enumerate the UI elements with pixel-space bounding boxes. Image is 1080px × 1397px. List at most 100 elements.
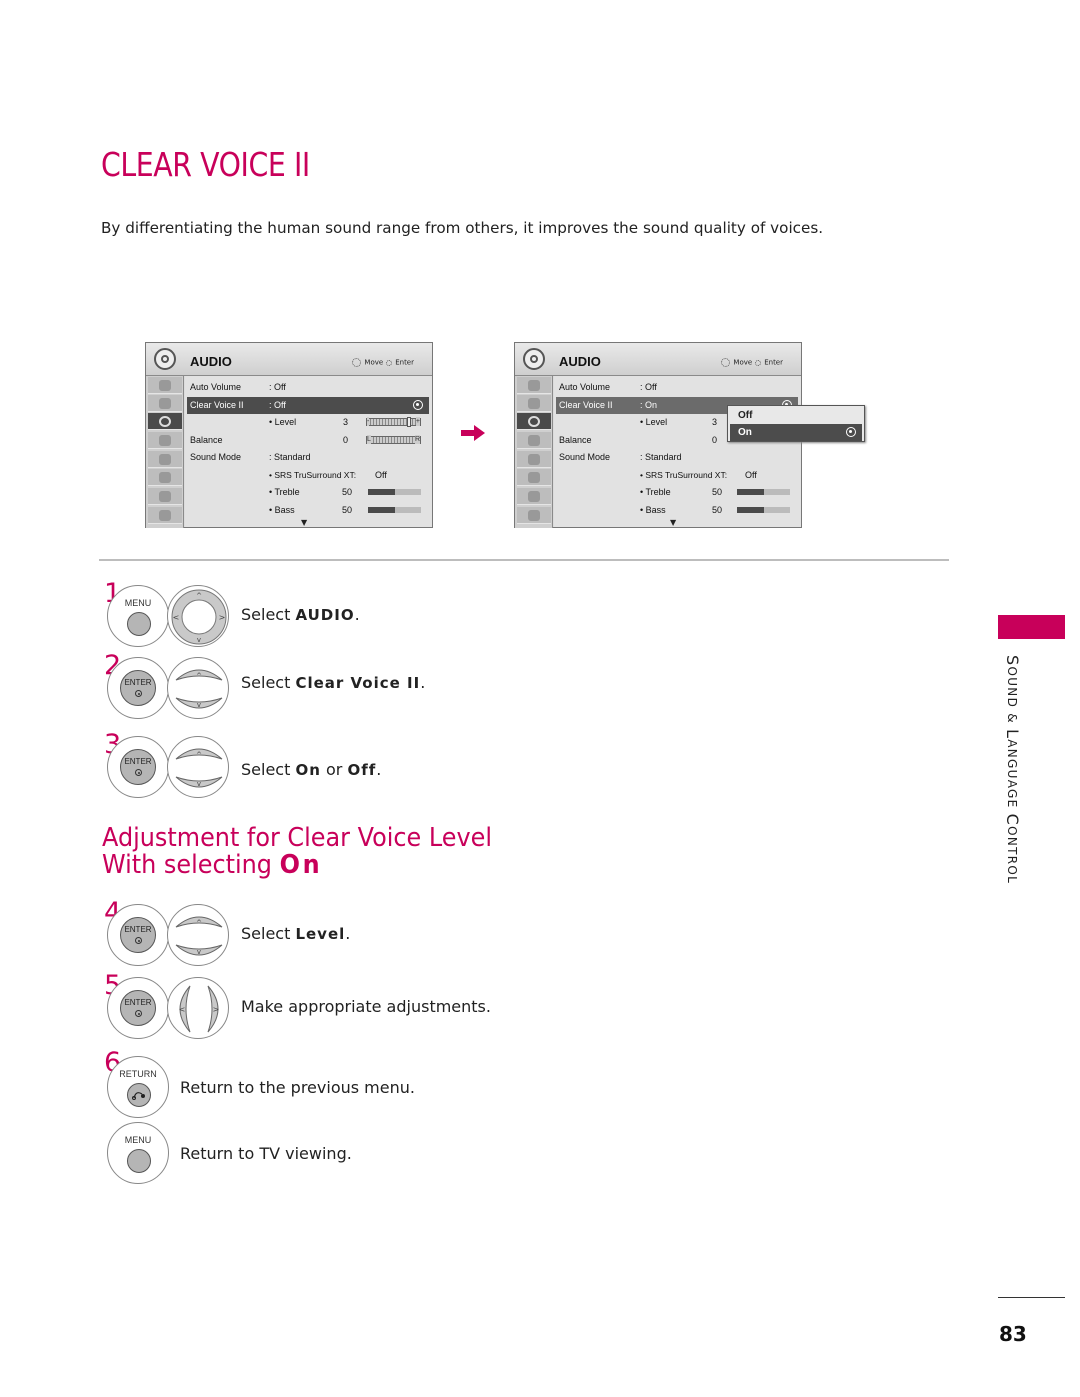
osd-menu-before: AUDIO Move Enter Auto Volume : Off Clear V… bbox=[145, 342, 433, 528]
svg-text:>: > bbox=[219, 613, 226, 622]
enter-dot-icon bbox=[135, 937, 142, 944]
option-label: On bbox=[738, 427, 752, 438]
label: • Bass bbox=[640, 505, 666, 515]
value: : Off bbox=[640, 382, 657, 392]
svg-text:<: < bbox=[173, 613, 180, 622]
sidebar-option-icon[interactable] bbox=[148, 451, 182, 468]
sidebar-lock-icon[interactable] bbox=[148, 469, 182, 486]
sidebar-input-icon[interactable] bbox=[517, 488, 551, 505]
up-down-nav-button[interactable]: ^ v bbox=[167, 736, 229, 798]
svg-text:^: ^ bbox=[196, 919, 202, 927]
enter-button-face: ENTER bbox=[120, 670, 156, 706]
treble-bar[interactable] bbox=[737, 489, 790, 495]
radio-selected-icon bbox=[846, 427, 856, 437]
sidebar-option-icon[interactable] bbox=[517, 451, 551, 468]
label: • Treble bbox=[269, 487, 300, 497]
footer-line bbox=[998, 1297, 1065, 1298]
up-down-arrows-icon: ^ v bbox=[175, 669, 223, 709]
four-way-nav-button[interactable]: ^ v < > bbox=[167, 585, 229, 647]
sidebar-lock-icon[interactable] bbox=[517, 469, 551, 486]
sidebar-picture-icon[interactable] bbox=[517, 395, 551, 412]
sidebar-picture-icon[interactable] bbox=[148, 395, 182, 412]
enter-button-face: ENTER bbox=[120, 749, 156, 785]
sidebar-setup-icon[interactable] bbox=[148, 377, 182, 394]
up-down-nav-button[interactable]: ^ v bbox=[167, 657, 229, 719]
sidebar-audio-icon[interactable] bbox=[517, 413, 551, 430]
sidebar-setup-icon[interactable] bbox=[517, 377, 551, 394]
subtitle-line-2: With selecting On bbox=[102, 850, 323, 880]
radio-selected-icon bbox=[413, 400, 423, 410]
osd-header: AUDIO Move Enter bbox=[146, 343, 432, 376]
value: : Off bbox=[269, 382, 286, 392]
return-label: RETURN bbox=[119, 1069, 157, 1079]
treble-bar[interactable] bbox=[368, 489, 421, 495]
hint-enter: Enter bbox=[395, 358, 414, 367]
scroll-down-icon[interactable]: ▼ bbox=[670, 518, 676, 527]
value: 50 bbox=[712, 505, 723, 515]
label: Balance bbox=[190, 435, 223, 445]
sidebar-time-icon[interactable] bbox=[517, 432, 551, 449]
step-7-text: Return to TV viewing. bbox=[180, 1144, 352, 1163]
scroll-down-icon[interactable]: ▼ bbox=[301, 518, 307, 527]
enter-button[interactable]: ENTER bbox=[107, 736, 169, 798]
bass-bar[interactable] bbox=[737, 507, 790, 513]
svg-text:^: ^ bbox=[196, 751, 202, 759]
intro-text: By differentiating the human sound range… bbox=[101, 219, 824, 237]
row-srs[interactable]: • SRS TruSurround XT: Off bbox=[554, 467, 801, 484]
value: 3 bbox=[712, 417, 718, 427]
balance-slider[interactable]: LR bbox=[366, 435, 421, 444]
row-balance[interactable]: Balance 0 LR bbox=[185, 432, 432, 449]
row-clear-voice[interactable]: Clear Voice II: Off bbox=[187, 397, 429, 414]
bass-bar[interactable] bbox=[368, 507, 421, 513]
osd-sidebar bbox=[146, 376, 184, 528]
row-level[interactable]: • Level 3 - + bbox=[185, 414, 432, 431]
return-button[interactable]: RETURN bbox=[107, 1056, 169, 1118]
enter-icon bbox=[755, 359, 762, 366]
menu-button[interactable]: MENU bbox=[107, 585, 169, 647]
row-sound-mode[interactable]: Sound Mode: Standard bbox=[554, 449, 801, 466]
step-4-text: Select Level. bbox=[241, 924, 351, 943]
row-srs[interactable]: • SRS TruSurround XT: Off bbox=[185, 467, 432, 484]
row-treble[interactable]: • Treble 50 bbox=[554, 484, 801, 501]
row-treble[interactable]: • Treble 50 bbox=[185, 484, 432, 501]
row-auto-volume[interactable]: Auto Volume: Off bbox=[554, 379, 801, 396]
svg-text:^: ^ bbox=[196, 592, 202, 600]
svg-text:^: ^ bbox=[196, 672, 202, 680]
sidebar-time-icon[interactable] bbox=[148, 432, 182, 449]
value: : Off bbox=[269, 400, 286, 410]
step-6-text: Return to the previous menu. bbox=[180, 1078, 415, 1097]
value: 0 bbox=[712, 435, 718, 445]
left-right-arrows-icon: < > bbox=[179, 985, 220, 1033]
enter-icon bbox=[386, 359, 393, 366]
row-sound-mode[interactable]: Sound Mode: Standard bbox=[185, 449, 432, 466]
step-1-text: Select AUDIO. bbox=[241, 605, 360, 624]
sidebar-input-icon[interactable] bbox=[148, 488, 182, 505]
popup-option-off[interactable]: Off bbox=[730, 407, 862, 424]
audio-icon bbox=[523, 348, 545, 370]
row-bass[interactable]: • Bass 50 bbox=[554, 502, 801, 519]
enter-button[interactable]: ENTER bbox=[107, 657, 169, 719]
up-down-nav-button[interactable]: ^ v bbox=[167, 904, 229, 966]
enter-button[interactable]: ENTER bbox=[107, 977, 169, 1039]
level-slider[interactable]: - + bbox=[366, 417, 421, 427]
menu-label: MENU bbox=[124, 1135, 152, 1145]
label: Auto Volume bbox=[190, 382, 242, 392]
option-label: Off bbox=[738, 410, 753, 421]
popup-option-on[interactable]: On bbox=[730, 424, 862, 441]
label: • SRS TruSurround XT: bbox=[640, 470, 728, 480]
enter-button[interactable]: ENTER bbox=[107, 904, 169, 966]
sidebar-usb-icon[interactable] bbox=[517, 507, 551, 524]
sidebar-usb-icon[interactable] bbox=[148, 507, 182, 524]
slider-knob[interactable] bbox=[406, 417, 411, 427]
menu-button[interactable]: MENU bbox=[107, 1122, 169, 1184]
menu-label: MENU bbox=[124, 598, 152, 608]
sidebar-audio-icon[interactable] bbox=[148, 413, 182, 430]
svg-text:>: > bbox=[213, 1005, 220, 1014]
enter-dot-icon bbox=[135, 769, 142, 776]
step-5-text: Make appropriate adjustments. bbox=[241, 997, 491, 1016]
row-auto-volume[interactable]: Auto Volume : Off bbox=[185, 379, 432, 396]
left-right-nav-button[interactable]: < > bbox=[167, 977, 229, 1039]
arrow-right-icon bbox=[461, 425, 485, 441]
label: Sound Mode bbox=[559, 452, 611, 462]
row-bass[interactable]: • Bass 50 bbox=[185, 502, 432, 519]
